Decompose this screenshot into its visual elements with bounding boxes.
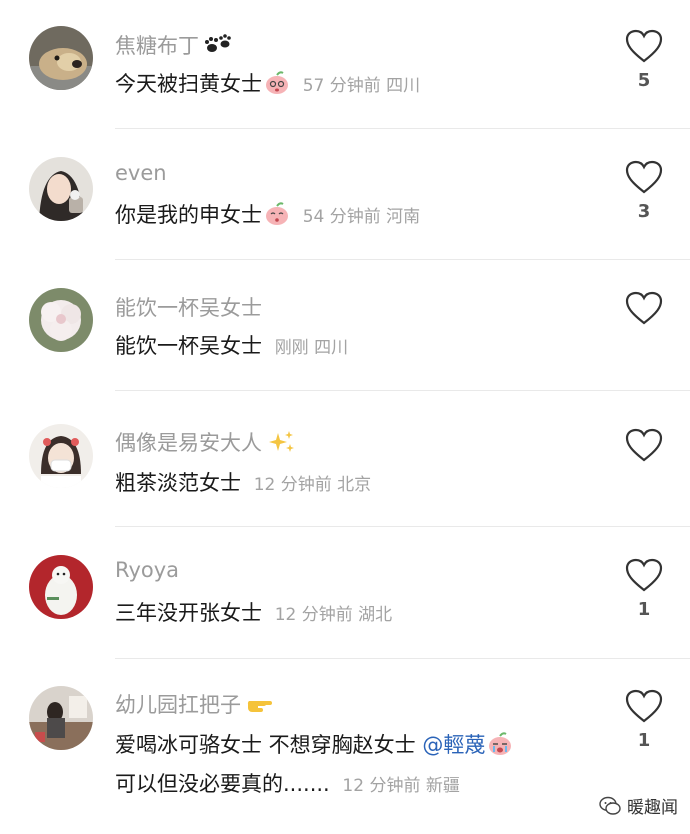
- comment-meta: 57 分钟前 四川: [302, 76, 421, 96]
- mention-link[interactable]: @輕蔑: [422, 733, 485, 757]
- like-count: 1: [637, 730, 651, 751]
- username[interactable]: 偶像是易安大人: [115, 427, 296, 457]
- comment-meta: 12 分钟前 北京: [253, 475, 372, 495]
- divider: [115, 526, 690, 527]
- comment-meta: 12 分钟前 新疆: [342, 776, 460, 796]
- avatar-room-image: [29, 686, 93, 750]
- comment-text-continued: 可以但没必要真的....... 12 分钟前 新疆: [115, 772, 460, 796]
- watermark: 暖趣闻: [599, 793, 678, 818]
- username[interactable]: 能饮一杯吴女士: [115, 292, 262, 322]
- comment-text: 能饮一杯吴女士 刚刚 四川: [115, 334, 349, 358]
- like-heart-icon[interactable]: [624, 290, 664, 326]
- peach-kiss-emoji-icon: [264, 202, 290, 226]
- comment-meta: 12 分钟前 湖北: [274, 605, 393, 625]
- avatar-masked-girl-image: [29, 424, 93, 488]
- like-heart-icon[interactable]: [624, 688, 664, 724]
- sparkles-icon: [266, 429, 296, 455]
- avatar[interactable]: [29, 686, 93, 750]
- comment-meta: 刚刚 四川: [274, 338, 349, 358]
- comment-text: 今天被扫黄女士 57 分钟前 四川: [115, 71, 421, 96]
- avatar-polar-bear-image: [29, 555, 93, 619]
- username[interactable]: Ryoya: [115, 558, 179, 582]
- avatar[interactable]: [29, 555, 93, 619]
- watermark-text: 暖趣闻: [627, 798, 678, 818]
- avatar[interactable]: [29, 288, 93, 352]
- divider: [115, 128, 690, 129]
- comment-text: 粗茶淡范女士 12 分钟前 北京: [115, 471, 372, 495]
- like-heart-icon[interactable]: [624, 28, 664, 64]
- divider: [115, 658, 690, 659]
- username[interactable]: 焦糖布丁: [115, 30, 233, 60]
- avatar[interactable]: [29, 157, 93, 221]
- like-heart-icon[interactable]: [624, 427, 664, 463]
- avatar-flower-image: [29, 288, 93, 352]
- divider: [115, 259, 690, 260]
- like-heart-icon[interactable]: [624, 159, 664, 195]
- paw-prints-icon: [203, 32, 233, 58]
- peach-crying-emoji-icon: [487, 732, 513, 756]
- username[interactable]: even: [115, 161, 167, 185]
- comment-meta: 54 分钟前 河南: [302, 207, 421, 227]
- like-heart-icon[interactable]: [624, 557, 664, 593]
- avatar[interactable]: [29, 424, 93, 488]
- avatar-girl-image: [29, 157, 93, 221]
- peach-dizzy-emoji-icon: [264, 71, 290, 95]
- pointing-hand-icon: [245, 691, 275, 717]
- like-count: 5: [637, 70, 651, 91]
- comment-text: 爱喝冰可骆女士 不想穿胸赵女士 @輕蔑: [115, 729, 513, 759]
- username[interactable]: 幼儿园扛把子: [115, 689, 275, 719]
- like-count: 3: [637, 201, 651, 222]
- like-count: 1: [637, 599, 651, 620]
- avatar-dog-image: [29, 26, 93, 90]
- wechat-icon: [599, 796, 621, 815]
- comment-text: 你是我的申女士 54 分钟前 河南: [115, 202, 421, 227]
- avatar[interactable]: [29, 26, 93, 90]
- comment-text: 三年没开张女士 12 分钟前 湖北: [115, 601, 393, 625]
- divider: [115, 390, 690, 391]
